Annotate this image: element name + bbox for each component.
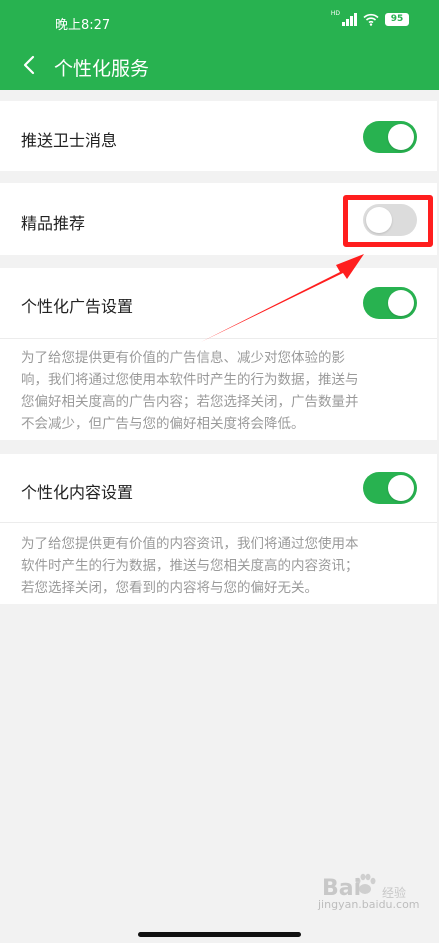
- ad-desc-line: 为了给您提供更有价值的广告信息、减少对您体验的影: [21, 350, 345, 366]
- ad-description: 为了给您提供更有价值的广告信息、减少对您体验的影 响，我们将通过您使用本软件时产…: [21, 347, 419, 435]
- content-toggle[interactable]: [363, 472, 417, 504]
- content-description: 为了给您提供更有价值的内容资讯，我们将通过您使用本 软件时产生的行为数据，推送与…: [21, 533, 419, 599]
- content-desc-line: 为了给您提供更有价值的内容资讯，我们将通过您使用本: [21, 536, 359, 552]
- ad-row: 个性化广告设置: [0, 268, 437, 338]
- push-guard-row: 推送卫士消息: [0, 101, 437, 171]
- content-row: 个性化内容设置: [0, 454, 437, 524]
- ad-desc-line: 您偏好相关度高的广告内容；若您选择关闭，广告数量并: [21, 394, 359, 410]
- content-section: 个性化内容设置 为了给您提供更有价值的内容资讯，我们将通过您使用本 软件时产生的…: [0, 454, 437, 604]
- ad-desc-line: 不会减少，但广告与您的偏好相关度将会降低。: [21, 416, 305, 432]
- content-desc-line: 软件时产生的行为数据，推送与您相关度高的内容资讯；: [21, 558, 359, 574]
- app-header: 晚上8:27 HD 95 个性化服务: [0, 0, 439, 90]
- wifi-icon: [363, 13, 379, 26]
- status-bar: 晚上8:27 HD 95: [0, 0, 439, 44]
- back-button[interactable]: [18, 52, 40, 78]
- push-guard-label: 推送卫士消息: [21, 131, 118, 150]
- watermark-url: jingyan.baidu.com: [318, 898, 420, 911]
- signal-icon: HD: [331, 10, 357, 26]
- toggle-knob: [388, 475, 414, 501]
- toggle-knob: [388, 124, 414, 150]
- battery-icon: 95: [385, 12, 409, 26]
- push-guard-toggle[interactable]: [363, 121, 417, 153]
- status-icons: HD 95: [331, 10, 409, 26]
- ad-section: 个性化广告设置 为了给您提供更有价值的广告信息、减少对您体验的影 响，我们将通过…: [0, 268, 437, 440]
- ad-label: 个性化广告设置: [21, 297, 134, 316]
- page-title: 个性化服务: [54, 58, 150, 80]
- divider: [0, 522, 437, 523]
- annotation-highlight-box: [343, 195, 433, 247]
- home-indicator[interactable]: [138, 932, 301, 937]
- content-desc-line: 若您选择关闭，您看到的内容将与您的偏好无关。: [21, 580, 318, 596]
- recommend-label: 精品推荐: [21, 214, 86, 233]
- ad-desc-line: 响，我们将通过您使用本软件时产生的行为数据，推送与: [21, 372, 359, 388]
- divider: [0, 338, 437, 339]
- chevron-left-icon: [23, 55, 35, 75]
- status-time: 晚上8:27: [55, 18, 111, 33]
- ad-toggle[interactable]: [363, 287, 417, 319]
- content-label: 个性化内容设置: [21, 483, 134, 502]
- push-guard-section: 推送卫士消息: [0, 101, 437, 171]
- toggle-knob: [388, 290, 414, 316]
